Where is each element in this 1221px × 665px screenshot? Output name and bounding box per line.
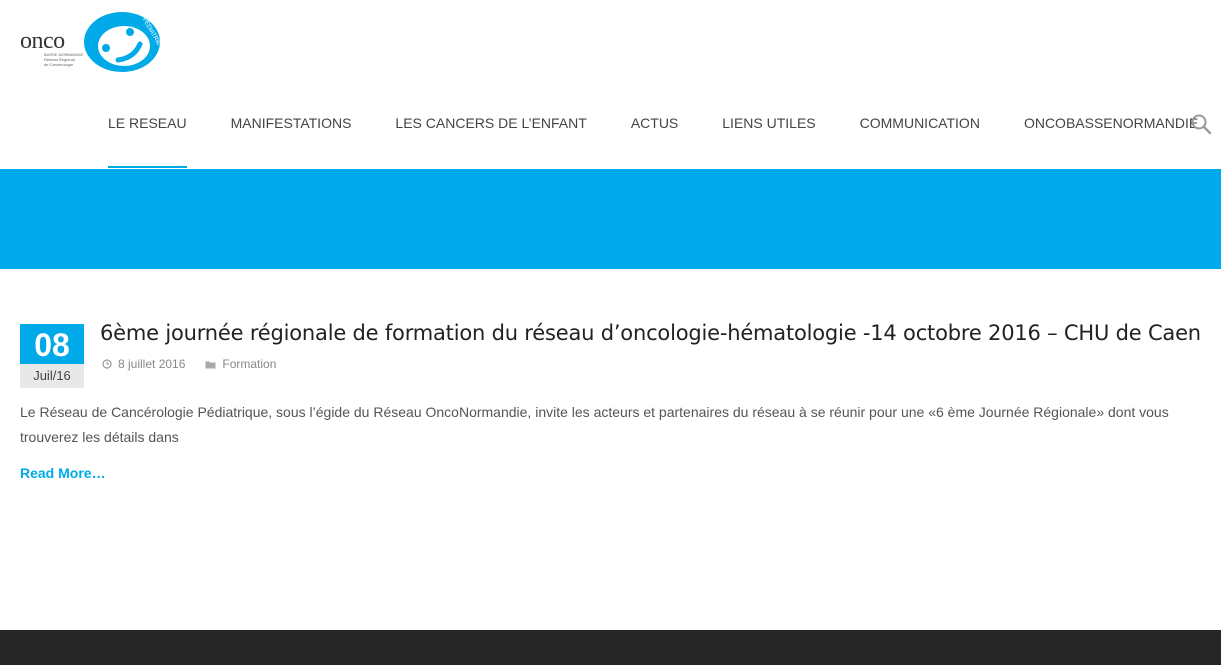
nav-item-label: ONCOBASSENORMANDIE (1023, 115, 1199, 131)
nav-item-communication[interactable]: COMMUNICATION (838, 0, 1002, 168)
post-meta: 8 juillet 2016 Formation (102, 357, 276, 371)
nav-item-cancers-enfant[interactable]: LES CANCERS DE L’ENFANT (373, 0, 608, 168)
post-date: 8 juillet 2016 (118, 357, 186, 371)
nav-item-label: COMMUNICATION (859, 115, 980, 131)
nav-item-liens-utiles[interactable]: LIENS UTILES (700, 0, 837, 168)
folder-icon (205, 360, 216, 369)
nav-item-actus[interactable]: ACTUS (609, 0, 700, 168)
site-footer (0, 630, 1221, 665)
post-title[interactable]: 6ème journée régionale de formation du r… (100, 321, 1201, 345)
nav-item-label: ACTUS (630, 115, 679, 131)
nav-item-label: LES CANCERS DE L’ENFANT (395, 115, 587, 131)
search-icon[interactable] (1190, 113, 1212, 135)
nav-item-manifestations[interactable]: MANIFESTATIONS (209, 0, 374, 168)
clock-icon (102, 359, 112, 369)
post-excerpt: Le Réseau de Cancérologie Pédiatrique, s… (20, 404, 1169, 445)
post-date-month: Juil/16 (20, 364, 84, 388)
nav-item-label: MANIFESTATIONS (230, 115, 352, 131)
nav-item-label: LIENS UTILES (722, 115, 816, 131)
site-header: onco BASSE-NORMANDIE Réseau Régional de … (0, 0, 1221, 168)
post-date-day: 08 (20, 324, 84, 364)
nav-item-label: LE RESEAU (108, 115, 187, 131)
main-nav: LE RESEAU MANIFESTATIONS LES CANCERS DE … (86, 0, 1220, 168)
post-category[interactable]: Formation (222, 357, 276, 371)
logo-wordmark: onco (20, 28, 65, 54)
nav-item-le-reseau[interactable]: LE RESEAU (86, 0, 209, 168)
page-title-band (0, 169, 1221, 269)
read-more-link[interactable]: Read More… (20, 465, 106, 481)
nav-item-oncobassenormandie[interactable]: ONCOBASSENORMANDIE (1002, 0, 1220, 168)
post-date-badge: 08 Juil/16 (20, 324, 84, 388)
